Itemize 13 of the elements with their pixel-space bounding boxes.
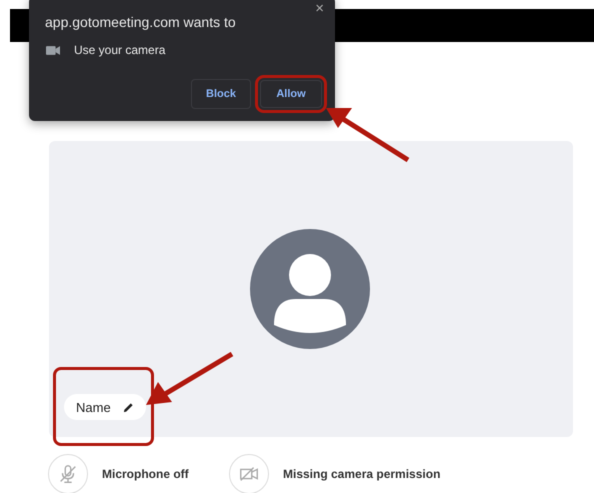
status-label: Missing camera permission: [283, 467, 440, 481]
avatar-icon: [250, 229, 370, 349]
dialog-title: app.gotomeeting.com wants to: [45, 14, 237, 30]
close-button[interactable]: ×: [312, 0, 327, 17]
status-label: Microphone off: [102, 467, 189, 481]
block-button[interactable]: Block: [191, 79, 251, 109]
camera-icon: [46, 46, 60, 54]
camera-off-icon[interactable]: [229, 454, 269, 493]
allow-button[interactable]: Allow: [255, 75, 327, 113]
name-field[interactable]: Name: [64, 394, 146, 420]
microphone-off-icon[interactable]: [48, 454, 88, 493]
pencil-icon: [122, 402, 134, 412]
permission-request: Use your camera: [74, 43, 166, 57]
